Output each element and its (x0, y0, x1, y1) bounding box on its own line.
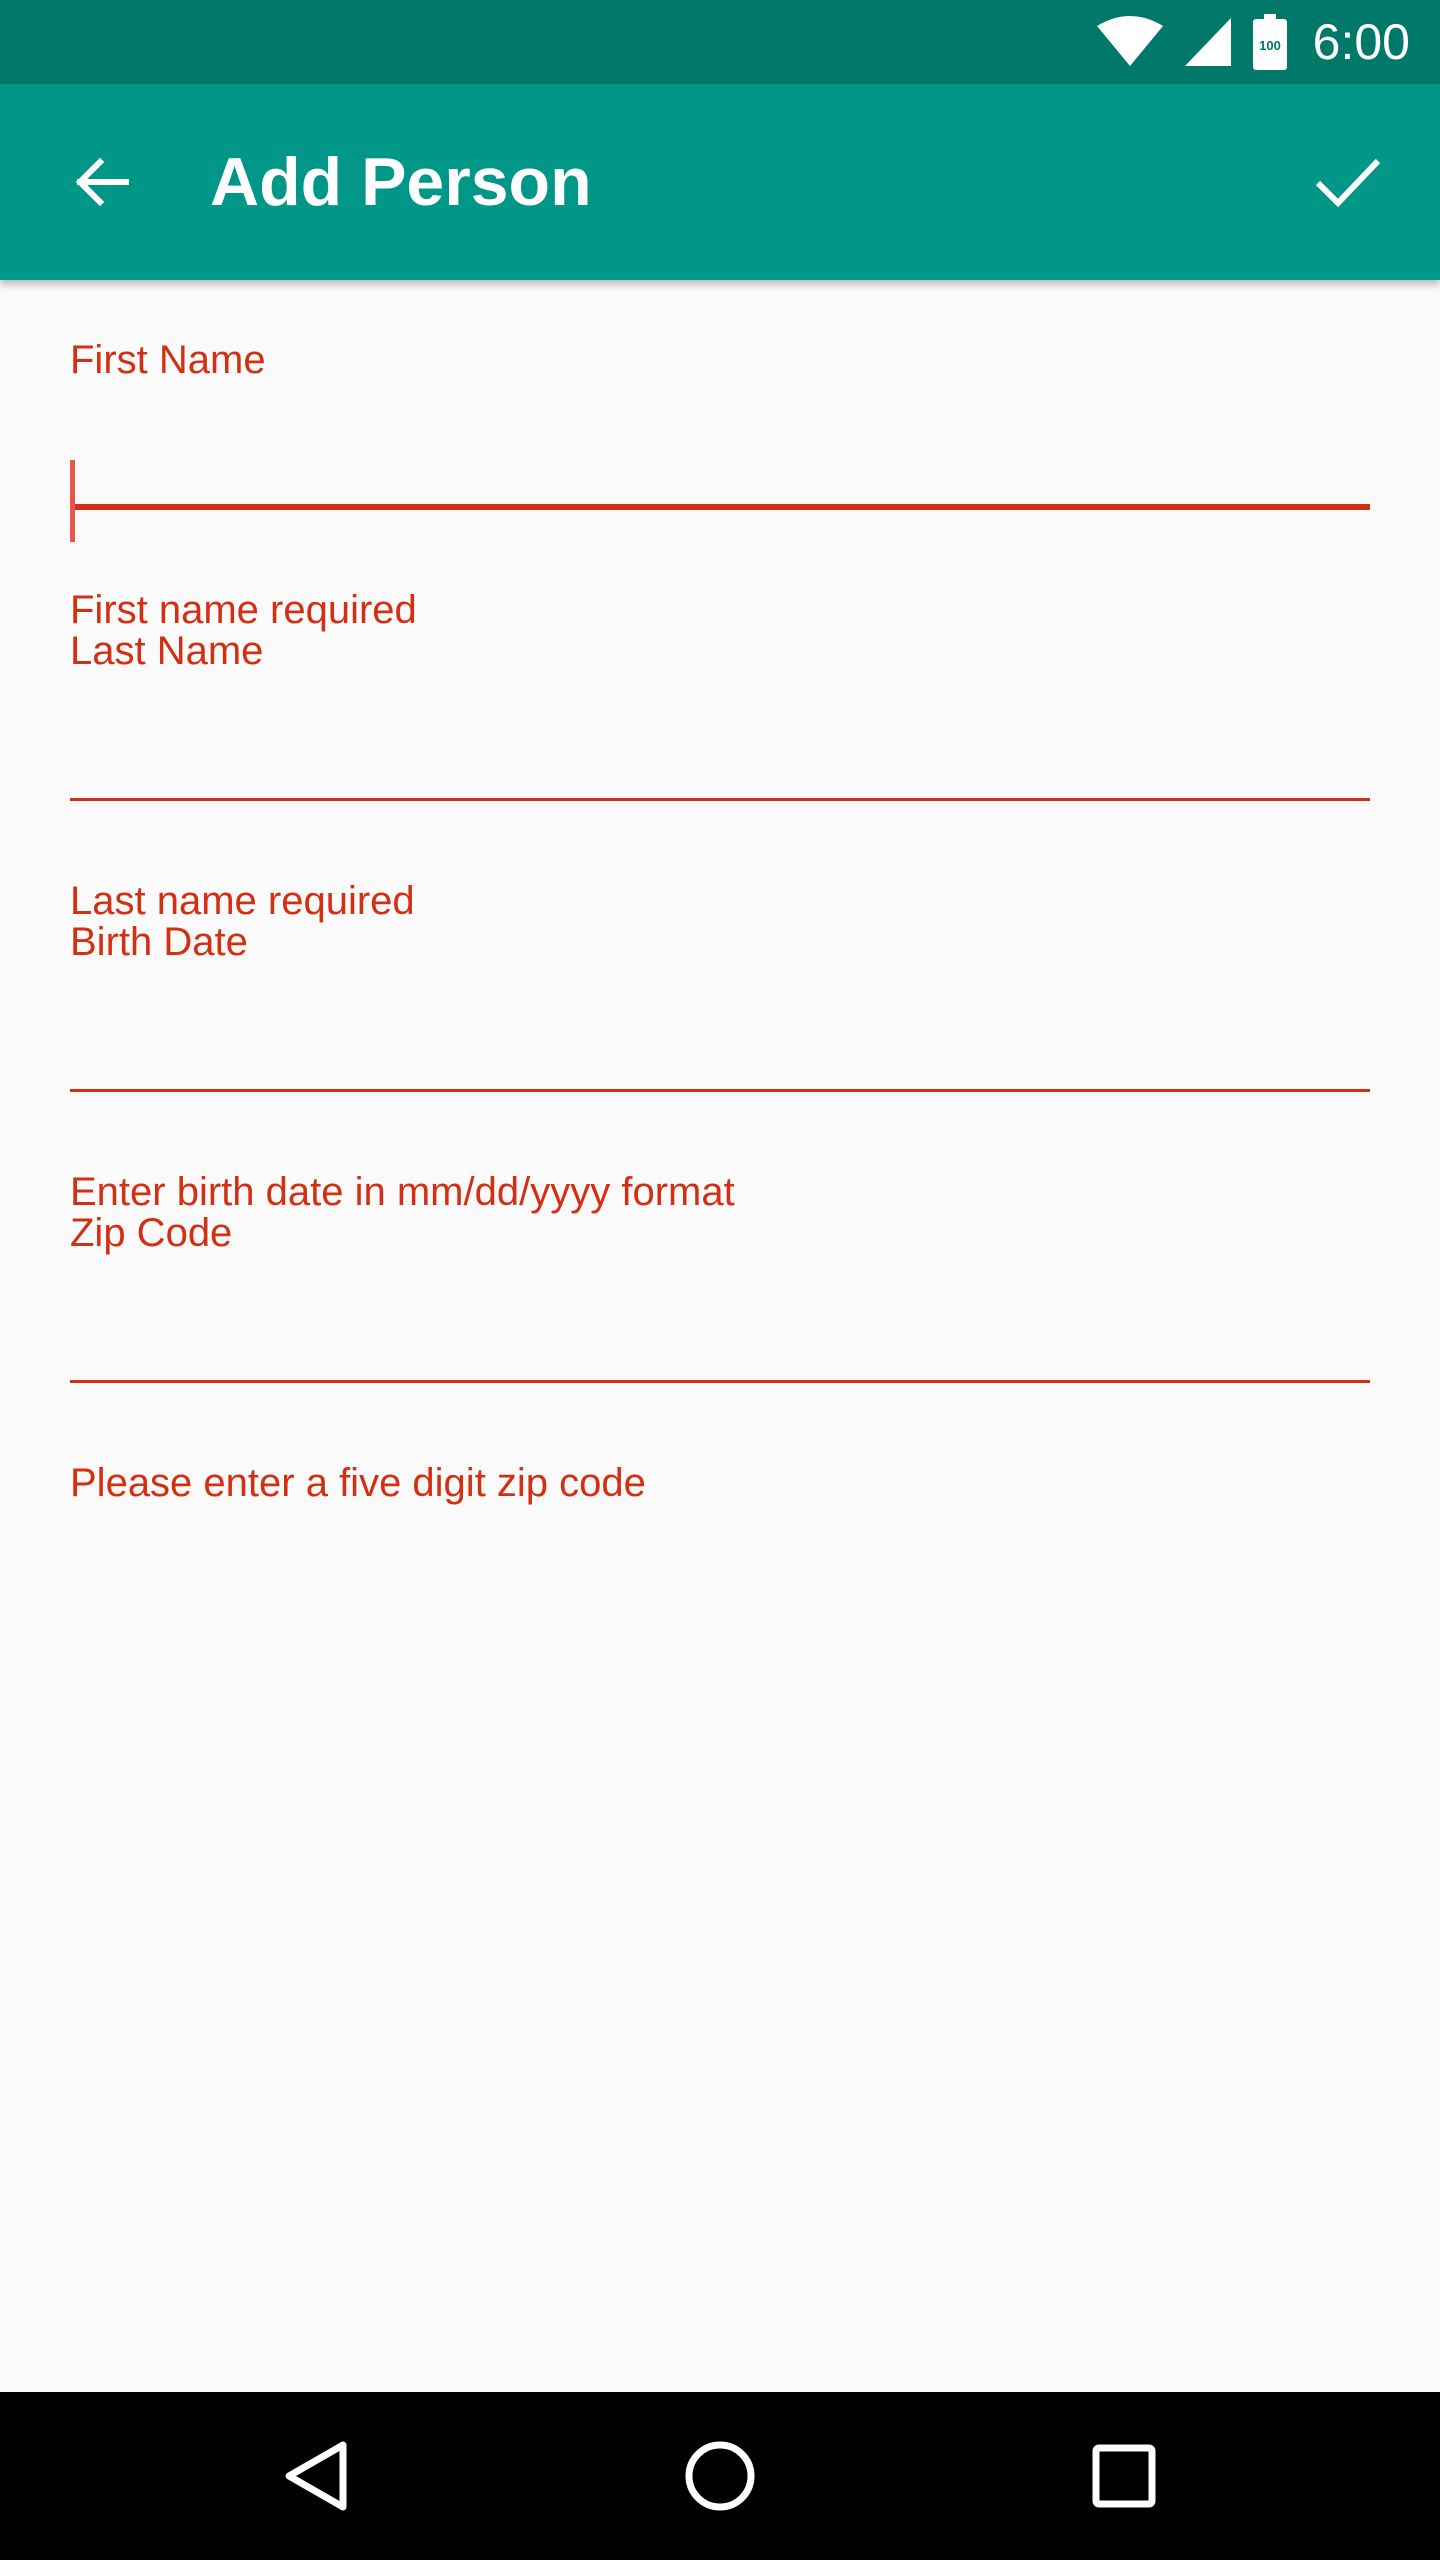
zip-code-error: Please enter a five digit zip code (70, 1461, 646, 1505)
nav-recents-button[interactable] (1064, 2416, 1184, 2536)
back-button[interactable] (50, 130, 154, 234)
zip-code-label: Zip Code (70, 1211, 233, 1255)
wifi-icon (1096, 16, 1163, 66)
nav-home-button[interactable] (660, 2416, 780, 2536)
battery-level-text: 100 (1259, 38, 1281, 53)
nav-back-button[interactable] (256, 2416, 376, 2536)
first-name-input[interactable] (70, 400, 1370, 510)
nav-back-icon (285, 2441, 347, 2511)
birth-date-input[interactable] (70, 982, 1370, 1092)
save-button[interactable] (1296, 130, 1400, 234)
check-icon (1315, 158, 1381, 208)
arrow-back-icon (75, 157, 129, 207)
last-name-input[interactable] (70, 691, 1370, 801)
last-name-label: Last Name (70, 629, 264, 673)
text-cursor (70, 460, 75, 542)
status-time: 6:00 (1312, 14, 1410, 70)
nav-recents-icon (1092, 2444, 1156, 2508)
status-bar: 100 6:00 (0, 0, 1440, 84)
status-icons: 100 6:00 (1096, 0, 1410, 84)
nav-home-icon (685, 2441, 755, 2511)
app-bar: Add Person (0, 84, 1440, 280)
birth-date-label: Birth Date (70, 920, 248, 964)
zip-code-input[interactable] (70, 1273, 1370, 1383)
battery-icon: 100 (1252, 14, 1287, 70)
cell-signal-icon (1184, 18, 1231, 66)
first-name-label: First Name (70, 338, 266, 382)
navigation-bar (0, 2392, 1440, 2560)
page-title: Add Person (210, 144, 592, 220)
